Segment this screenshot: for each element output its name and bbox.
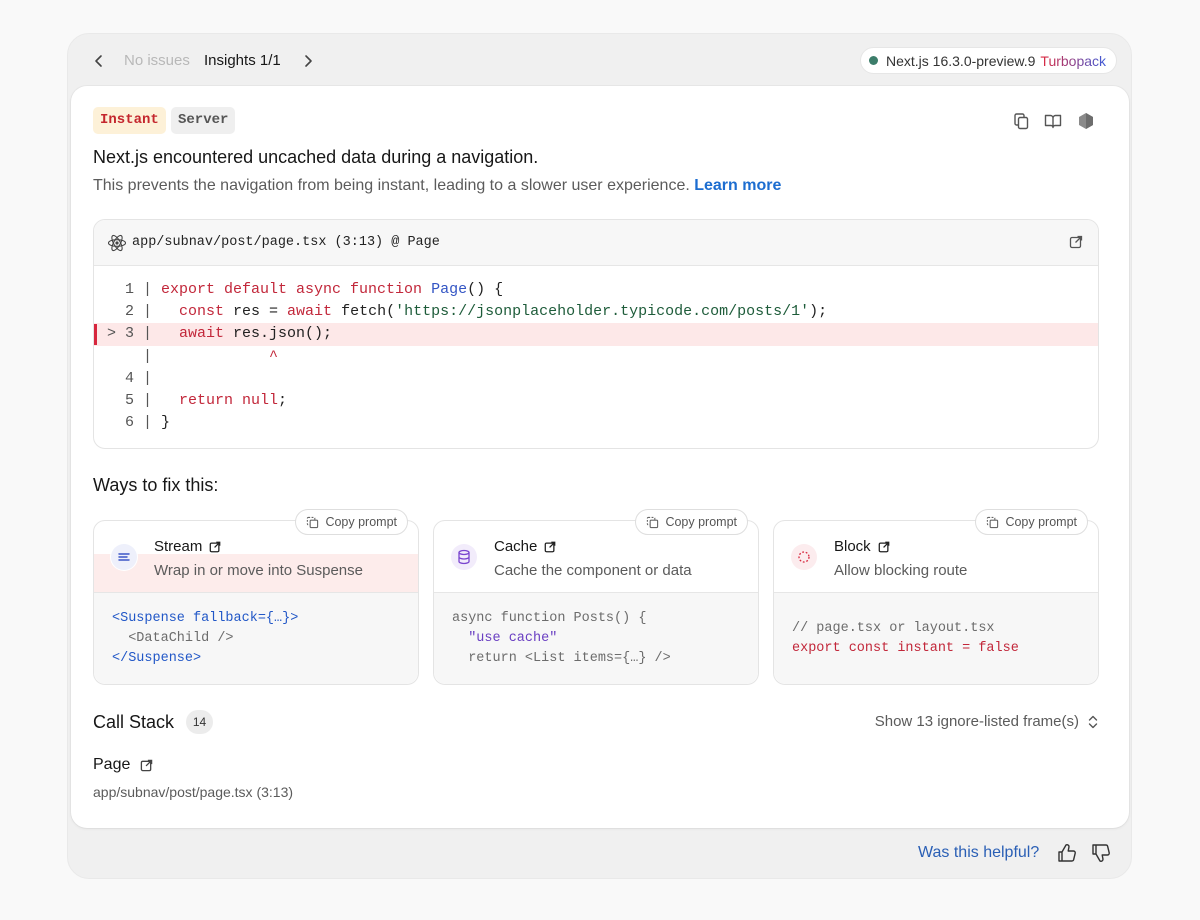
code-line: 4 |: [124, 369, 153, 387]
call-stack-heading: Call Stack: [93, 712, 175, 732]
fix-name[interactable]: Cache: [494, 538, 556, 555]
code-file-path: app/subnav/post/page.tsx (3:13) @ Page: [132, 235, 440, 250]
external-link-icon: [210, 541, 221, 552]
react-icon: [107, 234, 127, 252]
book-icon: [1044, 114, 1062, 129]
lines-icon: [110, 543, 138, 571]
code-frame-header: app/subnav/post/page.tsx (3:13) @ Page: [94, 220, 1098, 266]
thumbs-down-button[interactable]: [1090, 842, 1112, 864]
copy-prompt-label: Copy prompt: [325, 515, 397, 529]
fix-card-stream: Stream Wrap in or move into Suspense <Su…: [93, 509, 419, 685]
nodejs-button[interactable]: [1076, 111, 1096, 131]
fix-card-cache: Cache Cache the component or data async …: [433, 509, 759, 685]
no-issues-label[interactable]: No issues: [124, 52, 190, 69]
copy-error-button[interactable]: [1011, 111, 1031, 131]
code-line-caret: | ^: [134, 347, 279, 365]
copy-prompt-icon: [647, 516, 659, 528]
code-line: 5 | return null;: [124, 391, 288, 409]
fix-snippet: // page.tsx or layout.tsx export const i…: [774, 592, 1098, 684]
code-line: 6 | }: [124, 414, 171, 432]
copy-prompt-label: Copy prompt: [665, 515, 737, 529]
insights-label[interactable]: Insights 1/1: [204, 52, 281, 69]
call-stack-count-badge: 14: [186, 710, 213, 734]
next-issue-button[interactable]: [297, 50, 319, 72]
thumbs-down-icon: [1092, 844, 1110, 862]
fix-subtitle: Cache the component or data: [494, 562, 692, 579]
thumbs-up-button[interactable]: [1056, 842, 1078, 864]
instant-badge: Instant: [93, 107, 166, 134]
thumbs-up-icon: [1058, 844, 1076, 862]
copy-prompt-icon: [987, 516, 999, 528]
overlay-topbar: No issues Insights 1/1 Next.js 16.3.0-pr…: [68, 34, 1131, 86]
error-description: This prevents the navigation from being …: [93, 177, 781, 195]
copy-prompt-button[interactable]: Copy prompt: [295, 509, 408, 535]
prev-issue-button[interactable]: [88, 50, 110, 72]
chevron-left-icon: [95, 55, 102, 67]
description-text: This prevents the navigation from being …: [93, 177, 690, 194]
open-in-editor-icon[interactable]: [1069, 235, 1083, 249]
bundler-name: Turbopack: [1040, 52, 1107, 69]
feedback-prompt: Was this helpful?: [918, 844, 1040, 861]
code-body: 1 | export default async function Page()…: [94, 266, 1098, 434]
external-link-icon: [545, 541, 556, 552]
code-line: 2 | const res = await fetch('https://jso…: [124, 303, 828, 321]
status-dot-icon: [869, 56, 878, 65]
chevron-up-down-icon: [1088, 715, 1098, 728]
copy-prompt-button[interactable]: Copy prompt: [635, 509, 748, 535]
external-link-icon: [878, 541, 890, 552]
external-link-icon[interactable]: [140, 759, 153, 772]
fix-subtitle: Wrap in or move into Suspense: [154, 562, 363, 579]
copy-icon: [1014, 113, 1029, 130]
show-ignored-frames-button[interactable]: Show 13 ignore-listed frame(s): [875, 713, 1099, 730]
ways-to-fix-heading: Ways to fix this:: [93, 475, 219, 495]
dashed-circle-icon: [790, 543, 818, 571]
fix-name[interactable]: Stream: [154, 538, 221, 555]
database-icon: [450, 543, 478, 571]
fix-card-block: Block Allow blocking route // page.tsx o…: [773, 509, 1099, 685]
code-frame: app/subnav/post/page.tsx (3:13) @ Page 1…: [93, 219, 1099, 449]
copy-prompt-label: Copy prompt: [1005, 515, 1077, 529]
error-title: Next.js encountered uncached data during…: [93, 147, 539, 167]
error-overlay: No issues Insights 1/1 Next.js 16.3.0-pr…: [67, 33, 1132, 879]
fix-name[interactable]: Block: [834, 538, 890, 555]
issue-card: Instant Server Next.js encountered uncac…: [71, 86, 1129, 828]
code-line-highlighted: > 3 | await res.json();: [94, 323, 1098, 346]
copy-prompt-button[interactable]: Copy prompt: [975, 509, 1088, 535]
fix-snippet: async function Posts() { "use cache" ret…: [434, 592, 758, 684]
show-ignored-frames-label: Show 13 ignore-listed frame(s): [874, 713, 1079, 730]
version-badge[interactable]: Next.js 16.3.0-preview.9 Turbopack: [860, 47, 1118, 74]
learn-more-link[interactable]: Learn more: [694, 177, 781, 194]
copy-prompt-icon: [307, 516, 319, 528]
docs-button[interactable]: [1043, 111, 1063, 131]
stack-frame-label: Page: [93, 756, 131, 773]
hexagon-icon: [1079, 113, 1093, 129]
stack-frame-name[interactable]: Page: [93, 756, 153, 774]
stack-frame-path: app/subnav/post/page.tsx (3:13): [93, 784, 294, 800]
chevron-right-icon: [305, 55, 312, 67]
version-text: Next.js 16.3.0-preview.9: [886, 52, 1036, 69]
fix-snippet: <Suspense fallback={…}> <DataChild /> </…: [94, 592, 418, 684]
server-badge: Server: [171, 107, 236, 134]
code-line: 1 | export default async function Page()…: [124, 281, 504, 298]
fix-subtitle: Allow blocking route: [834, 562, 968, 579]
